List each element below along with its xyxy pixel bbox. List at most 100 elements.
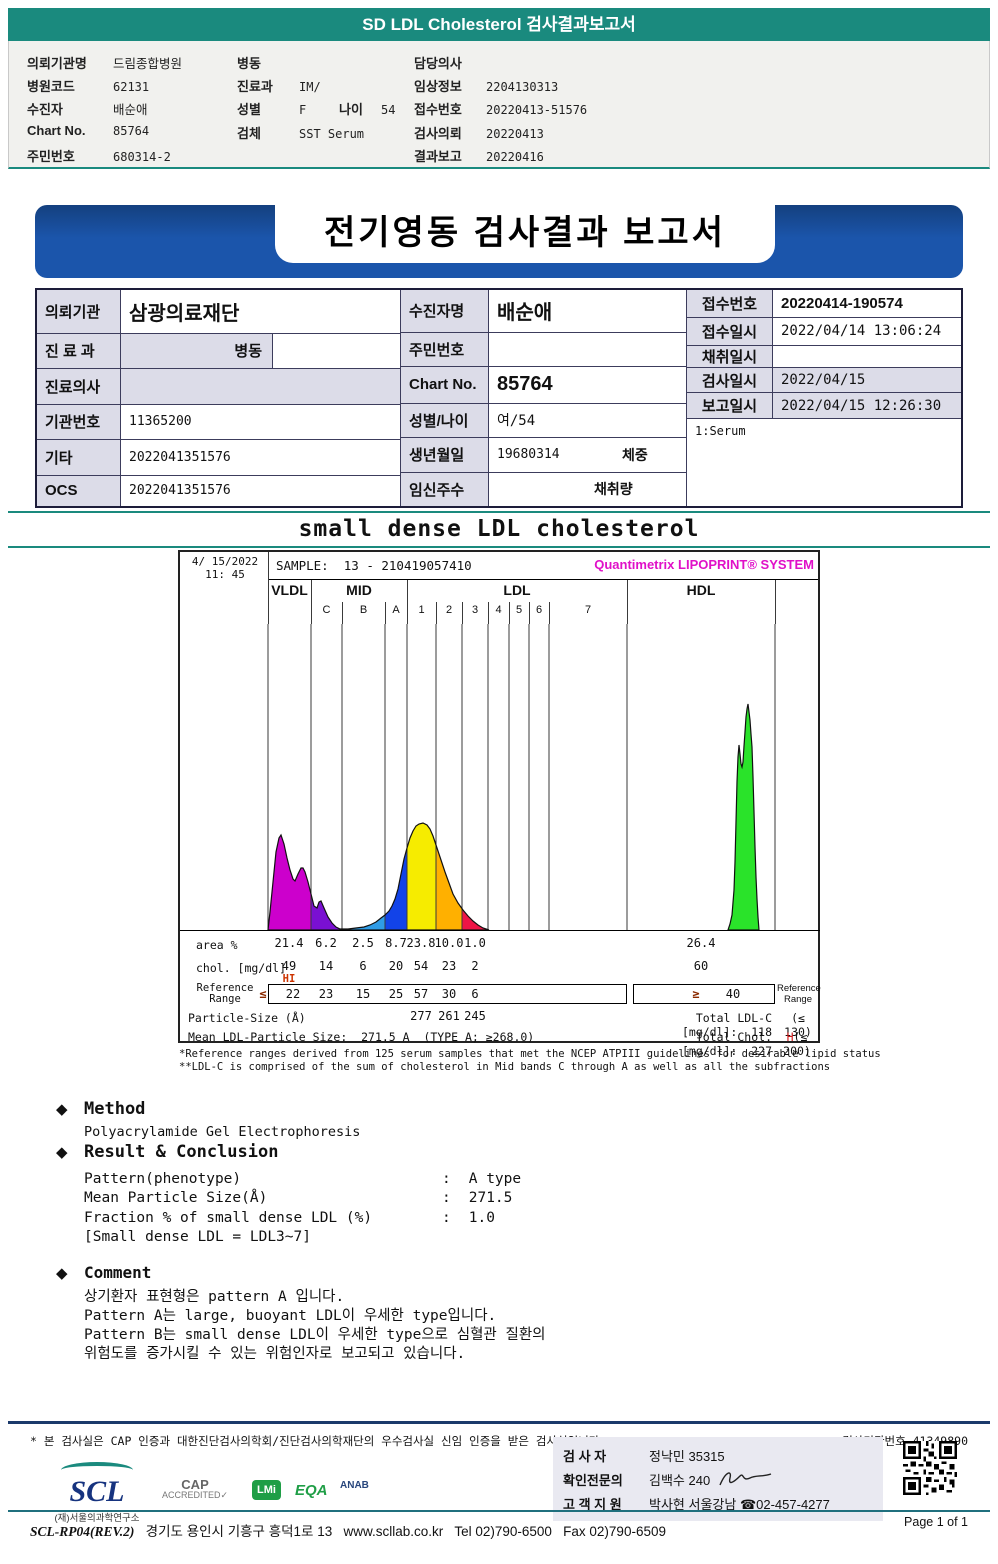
divider (8, 1421, 990, 1424)
sample-value: 13 - 210419057410 (343, 558, 472, 573)
ref-value: 6 (471, 987, 479, 1001)
info-row: 의뢰기관명 드림종합병원 (27, 56, 183, 71)
row-label-area: area % (196, 938, 238, 952)
report-banner-cutout: 전기영동 검사결과 보고서 (275, 205, 775, 263)
subband-label: 2 (445, 604, 453, 616)
page-number: Page 1 of 1 (904, 1515, 968, 1529)
staff-row: 확인전문의 김백수 240 (563, 1467, 883, 1491)
comment-heading: Comment (84, 1263, 152, 1282)
divider (407, 580, 408, 624)
info-row: 결과보고 20220416 (414, 149, 544, 164)
chart-footnote-1: *Reference ranges derived from 125 serum… (179, 1048, 881, 1060)
electrophoresis-curve (267, 624, 776, 930)
info-row: 검체 SST Serum (237, 126, 365, 141)
info-row: 진료과 IM/ (237, 79, 321, 94)
band-label-hdl: HDL (686, 582, 716, 598)
lmi-logo: LMi (252, 1480, 281, 1500)
table-row: Chart No. 85764 (401, 367, 686, 404)
subband-label: A (392, 604, 400, 616)
info-row: 성별 F 나이 54 (237, 102, 396, 117)
chart-datetime: 4/ 15/2022 11: 45 (191, 555, 259, 581)
empty-cell (273, 334, 400, 369)
footer-address-line: SCL-RP04(REV.2) 경기도 용인시 기흥구 흥덕1로 13 www.… (30, 1524, 666, 1539)
divider (8, 511, 990, 513)
divider (268, 552, 269, 624)
table-row: 보고일시 2022/04/15 12:26:30 (687, 393, 961, 420)
table-row: 의뢰기관 삼광의료재단 (37, 290, 400, 334)
reference-range-right-label: Reference Range (777, 983, 821, 1005)
instrument-brand: Quantimetrix LIPOPRINT® SYSTEM (594, 557, 814, 572)
table-group-middle: 수진자명 배순애 주민번호 Chart No. 85764 성별/나이 여/54 생년… (401, 290, 687, 506)
row-label-particle: Particle-Size (Å) (188, 1011, 306, 1025)
signature (719, 1472, 772, 1486)
report-banner: 전기영동 검사결과 보고서 (35, 205, 963, 278)
info-row: 주민번호 680314-2 (27, 149, 171, 164)
lipoprint-chart: 4/ 15/2022 11: 45 SAMPLE: 13 - 210419057… (178, 550, 821, 1058)
table-row: 생년월일 19680314 체중 (401, 438, 686, 473)
sample-label: SAMPLE: (276, 558, 329, 573)
table-row: 수진자명 배순애 (401, 290, 686, 333)
subband-label: B (359, 604, 368, 616)
chart-footnote-2: **LDL-C is comprised of the sum of chole… (179, 1061, 831, 1073)
divider (385, 602, 386, 624)
subband-label: 3 (471, 604, 479, 616)
divider (627, 580, 628, 624)
divider (342, 602, 343, 624)
chol-value: 2 (471, 959, 479, 973)
table-row: 주민번호 (401, 332, 686, 367)
comment-line: Pattern A는 large, buoyant LDL이 우세한 type입… (84, 1308, 497, 1324)
subband-label: 5 (515, 604, 523, 616)
table-group-right: 접수번호 20220414-190574 접수일시 2022/04/14 13:06… (687, 290, 961, 506)
table-row: 임신주수 채취량 (401, 472, 686, 506)
staff-box: 검 사 자 정낙민 35315 확인전문의 김백수 240 고 객 지 원 박사현 서… (553, 1437, 883, 1521)
report-title: 전기영동 검사결과 보고서 (324, 214, 726, 252)
row-mean-particle: Mean LDL-Particle Size: 271.5 A (TYPE A;… (188, 1030, 535, 1044)
table-row: 진료의사 (37, 369, 400, 405)
band-label-ldl: LDL (503, 582, 531, 598)
info-row: 담당의사 (414, 56, 462, 71)
diamond-bullet-icon: ◆ (56, 1265, 68, 1282)
chart-baseline (180, 930, 820, 931)
particle-size: 245 (464, 1009, 486, 1023)
accreditation-notice: * 본 검사실은 CAP 인증과 대한진단검사의학회/진단검사의학재단의 우수검… (30, 1434, 607, 1448)
result-heading: Result & Conclusion (84, 1142, 279, 1162)
subband-label: C (322, 604, 331, 616)
diamond-bullet-icon: ◆ (56, 1101, 68, 1118)
info-row: 병동 (237, 56, 261, 71)
info-row: Chart No. 85764 (27, 123, 150, 138)
row-label-reference: Reference Range (196, 982, 254, 1005)
table-row: 검사일시 2022/04/15 (687, 367, 961, 394)
table-row: 성별/나이 여/54 (401, 403, 686, 438)
eqa-logo: EQA (295, 1482, 328, 1499)
diamond-bullet-icon: ◆ (56, 1144, 68, 1161)
divider (529, 602, 530, 624)
ref-value-hdl: 40 (725, 987, 741, 1001)
area-value-hdl: 26.4 (686, 936, 716, 950)
report-header-bar: SD LDL Cholesterol 검사결과보고서 (8, 8, 990, 41)
divider (8, 546, 990, 548)
subband-label: 6 (535, 604, 543, 616)
comment-line: 상기환자 표현형은 pattern A 입니다. (84, 1289, 345, 1305)
divider (311, 580, 312, 624)
patient-info-header: 의뢰기관명 드림종합병원 병원코드 62131 수진자 배순애 Chart No. 85… (8, 41, 990, 169)
table-group-left: 의뢰기관 삼광의료재단 진 료 과 병동 진료의사 기관번호 11365200 기타 2… (37, 290, 401, 506)
table-row: 접수일시 2022/04/14 13:06:24 (687, 317, 961, 346)
band-label-mid: MID (346, 582, 372, 598)
info-row: 병원코드 62131 (27, 79, 150, 94)
info-row: 수진자 배순애 (27, 102, 148, 117)
area-value: 1.0 (464, 936, 486, 950)
serum-note-cell: 1:Serum (695, 424, 746, 439)
chol-value-hdl: 60 (693, 959, 709, 973)
divider (8, 1510, 990, 1512)
report-header-title: SD LDL Cholesterol 검사결과보고서 (362, 15, 636, 34)
section-title: small dense LDL cholesterol (298, 516, 700, 542)
table-row: OCS 2022041351576 (37, 475, 400, 506)
table-row: 채취일시 (687, 345, 961, 368)
divider (775, 580, 776, 624)
info-row: 접수번호 20220413-51576 (414, 102, 588, 117)
table-row: 접수번호 20220414-190574 (687, 290, 961, 318)
result-row: Pattern(phenotype): A type (84, 1171, 522, 1187)
info-row: 검사의뢰 20220413 (414, 126, 544, 141)
divider (436, 602, 437, 624)
scl-logo: SCL (재)서울의과학연구소 (42, 1462, 152, 1524)
